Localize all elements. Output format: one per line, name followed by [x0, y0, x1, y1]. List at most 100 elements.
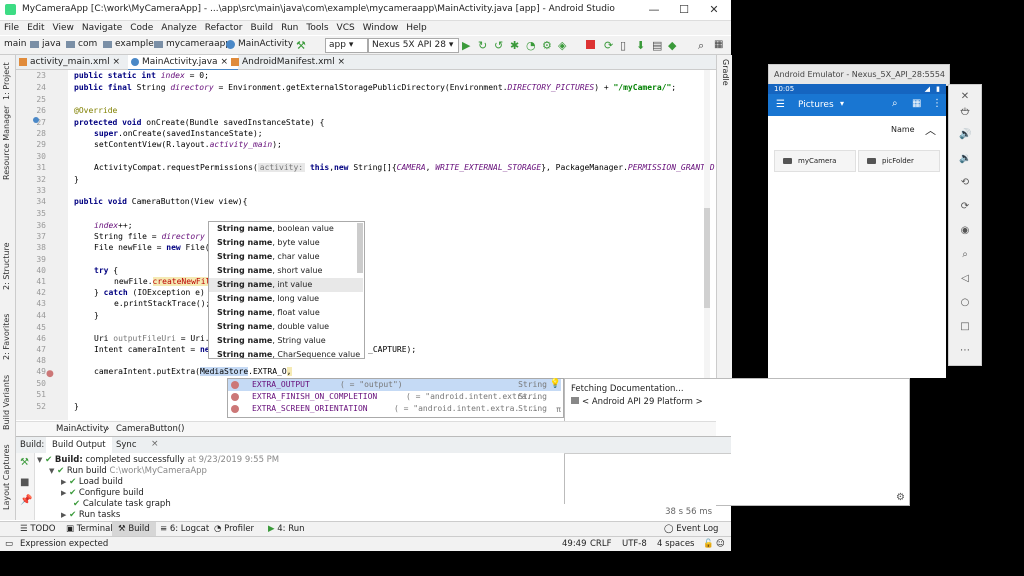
layout-captures-tool-tab[interactable]: Layout Captures	[2, 444, 11, 510]
app-title[interactable]: Pictures	[798, 100, 834, 110]
pin-icon[interactable]: 📌	[20, 495, 32, 506]
tab-activity-main-xml[interactable]: activity_main.xml ×	[16, 55, 140, 69]
tab-build[interactable]: ⚒ Build	[112, 522, 156, 537]
caret-position[interactable]: 49:49	[562, 537, 587, 551]
tab-todo[interactable]: ☰ TODO	[20, 522, 55, 537]
run-icon[interactable]: ▶	[462, 39, 474, 52]
parameter-hint-row[interactable]: String name, byte value	[209, 236, 363, 250]
breadcrumb-class[interactable]: MainActivity	[56, 424, 108, 434]
layout-icon[interactable]: ▦	[714, 39, 726, 51]
menu-analyze[interactable]: Analyze	[157, 21, 200, 35]
editor-scroll-thumb[interactable]	[704, 208, 710, 308]
gear-icon[interactable]: ⚙	[896, 492, 905, 503]
build-step-row[interactable]: ▶ ✔ Run tasks	[61, 510, 120, 520]
lock-icon[interactable]: 🔓	[703, 537, 714, 551]
lightbulb-icon[interactable]: 💡	[550, 379, 561, 389]
device-select[interactable]: Nexus 5X API 28 ▾	[368, 38, 459, 53]
tab-mainactivity-java[interactable]: MainActivity.java ×	[128, 55, 238, 71]
stop-build-icon[interactable]: ■	[20, 477, 29, 488]
menu-navigate[interactable]: Navigate	[78, 21, 126, 35]
warning-bulb-icon[interactable]: ●	[46, 369, 54, 379]
back-icon[interactable]: ◁	[959, 273, 971, 285]
line-separator[interactable]: CRLF	[590, 537, 611, 551]
apply-changes-icon[interactable]: ↻	[478, 39, 490, 52]
event-log-button[interactable]: ◯ Event Log	[664, 522, 718, 537]
hammer-icon[interactable]: ⚒	[296, 39, 306, 52]
sdk-manager-icon[interactable]: ⬇	[636, 39, 648, 52]
parameter-hint-row[interactable]: String name, char value	[209, 250, 363, 264]
search-icon[interactable]: ⌕	[698, 39, 710, 52]
gradle-tool-tab[interactable]: Gradle	[721, 59, 730, 86]
menu-refactor[interactable]: Refactor	[201, 21, 247, 35]
android-device-icon[interactable]: ◆	[668, 39, 680, 52]
run-build-row[interactable]: ▼ ✔ Run build C:\work\MyCameraApp	[49, 466, 207, 476]
menu-vcs[interactable]: VCS	[333, 21, 359, 35]
parameter-hint-row[interactable]: String name, float value	[209, 306, 363, 320]
apply-code-icon[interactable]: ↺	[494, 39, 506, 52]
minimize-button[interactable]: —	[640, 2, 668, 18]
zoom-icon[interactable]: ⌕	[959, 249, 971, 261]
favorites-tool-tab[interactable]: 2: Favorites	[2, 314, 11, 360]
menu-window[interactable]: Window	[359, 21, 403, 35]
indent-setting[interactable]: 4 spaces	[657, 537, 694, 551]
override-gutter-icon[interactable]	[33, 117, 39, 123]
completion-item[interactable]: EXTRA_FINISH_ON_COMPLETION( = "android.i…	[228, 391, 561, 403]
close-tab-icon[interactable]: ×	[220, 57, 228, 67]
tab-run[interactable]: ▶ 4: Run	[268, 522, 305, 537]
hammer-icon[interactable]: ⚒	[20, 457, 29, 468]
chevron-up-icon[interactable]: ︿	[925, 122, 936, 138]
tab-profiler[interactable]: ◔ Profiler	[214, 522, 254, 537]
avd-manager-icon[interactable]: ▯	[620, 39, 632, 52]
attach-debugger-icon[interactable]: ⚙	[542, 39, 554, 52]
layout-inspector-icon[interactable]: ▤	[652, 39, 664, 52]
chevron-down-icon[interactable]: ▾	[840, 99, 844, 108]
profile-icon[interactable]: ◔	[526, 39, 538, 52]
sync-gradle-icon[interactable]: ⟳	[604, 39, 616, 52]
completion-item[interactable]: EXTRA_OUTPUT( = "output") String	[228, 379, 561, 391]
emulator-screen[interactable]	[768, 84, 946, 378]
folder-picfolder[interactable]: picFolder	[858, 150, 940, 172]
breadcrumb-mycameraapp[interactable]: mycameraapp	[166, 39, 231, 49]
code-editor[interactable]: public static int index = 0; public fina…	[68, 70, 716, 420]
tab-build-output[interactable]: Build Output	[46, 437, 112, 453]
breadcrumb-example[interactable]: example	[115, 39, 154, 49]
sort-label[interactable]: Name	[891, 125, 915, 134]
parameter-hint-row[interactable]: String name, int value	[209, 278, 363, 292]
stop-icon[interactable]	[586, 40, 595, 49]
overview-icon[interactable]: □	[959, 321, 971, 333]
camera-icon[interactable]: ◉	[959, 225, 971, 237]
parameter-hint-row[interactable]: String name, boolean value	[209, 222, 363, 236]
parameter-hint-row[interactable]: String name, long value	[209, 292, 363, 306]
menu-build[interactable]: Build	[247, 21, 278, 35]
breadcrumb-mainactivity[interactable]: MainActivity	[238, 39, 293, 49]
menu-edit[interactable]: Edit	[23, 21, 48, 35]
volume-up-icon[interactable]: 🔊	[959, 129, 971, 141]
breadcrumb-com[interactable]: com	[78, 39, 97, 49]
status-panel-icon[interactable]: ▭	[5, 537, 13, 551]
breadcrumb-java[interactable]: java	[42, 39, 61, 49]
build-step-row[interactable]: ✔ Calculate task graph	[73, 499, 171, 509]
menu-tools[interactable]: Tools	[302, 21, 332, 35]
home-icon[interactable]: ○	[959, 297, 971, 309]
file-encoding[interactable]: UTF-8	[622, 537, 647, 551]
menu-icon[interactable]: ☰	[776, 99, 785, 110]
parameter-hint-row[interactable]: String name, short value	[209, 264, 363, 278]
rotate-right-icon[interactable]: ⟳	[959, 201, 971, 213]
tab-androidmanifest-xml[interactable]: AndroidManifest.xml ×	[228, 55, 362, 69]
rotate-left-icon[interactable]: ⟲	[959, 177, 971, 189]
power-icon[interactable]: ⏻	[959, 107, 971, 119]
close-button[interactable]: ✕	[700, 2, 728, 18]
structure-tool-tab[interactable]: 2: Structure	[2, 242, 11, 290]
maximize-button[interactable]: ☐	[670, 2, 698, 18]
parameter-hint-row[interactable]: String name, CharSequence value	[209, 348, 363, 358]
tab-logcat[interactable]: ≡ 6: Logcat	[160, 522, 209, 537]
breadcrumb-main[interactable]: main	[4, 39, 27, 49]
inspector-icon[interactable]: ☺	[716, 537, 725, 551]
build-root-row[interactable]: ▼ ✔ Build: completed successfully at 9/2…	[37, 455, 279, 465]
coverage-icon[interactable]: ◈	[558, 39, 570, 52]
search-icon[interactable]: ⌕	[892, 98, 898, 109]
grid-view-icon[interactable]: ▦	[912, 98, 921, 109]
popup-scroll-thumb[interactable]	[357, 223, 363, 273]
project-tool-tab[interactable]: 1: Project	[2, 62, 11, 100]
doc-platform-link[interactable]: < Android API 29 Platform >	[571, 397, 703, 407]
